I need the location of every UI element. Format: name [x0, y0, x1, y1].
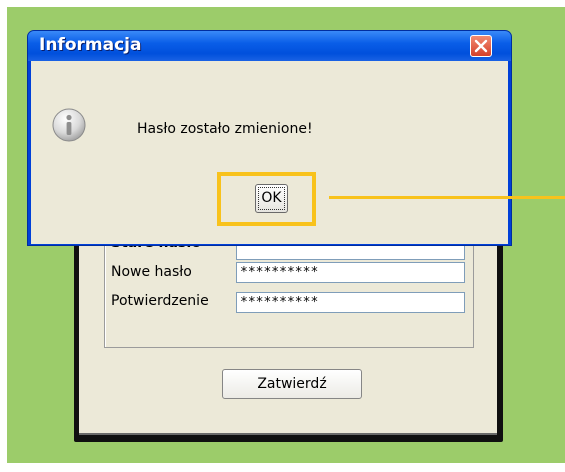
- new-password-field[interactable]: **********: [236, 262, 465, 283]
- submit-button[interactable]: Zatwierdź: [222, 369, 362, 399]
- callout-line: [329, 196, 565, 199]
- confirm-password-field[interactable]: **********: [236, 292, 465, 313]
- password-window-divider: [79, 433, 497, 435]
- confirm-password-label: Potwierdzenie: [111, 293, 209, 309]
- new-password-label: Nowe hasło: [111, 264, 192, 280]
- dialog-message: Hasło zostało zmienione!: [137, 121, 313, 137]
- information-icon: [52, 108, 86, 142]
- dialog-title: Informacja: [39, 35, 142, 55]
- close-icon: [474, 39, 488, 53]
- close-button[interactable]: [470, 35, 492, 57]
- ok-highlight-box: [217, 172, 316, 226]
- dialog-titlebar[interactable]: Informacja: [28, 31, 511, 61]
